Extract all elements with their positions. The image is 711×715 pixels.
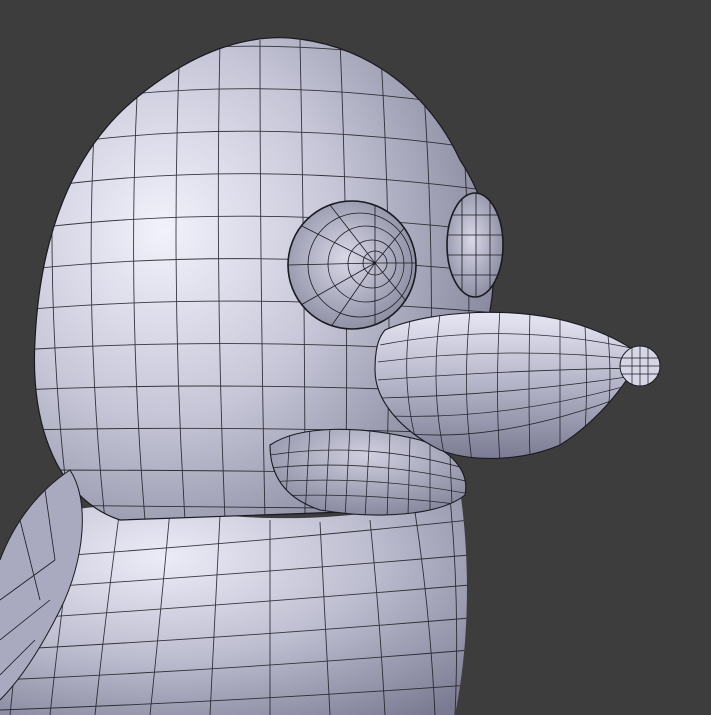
mesh-render — [0, 37, 661, 715]
3d-viewport[interactable] — [0, 0, 711, 715]
eye-right-mesh — [446, 192, 504, 298]
